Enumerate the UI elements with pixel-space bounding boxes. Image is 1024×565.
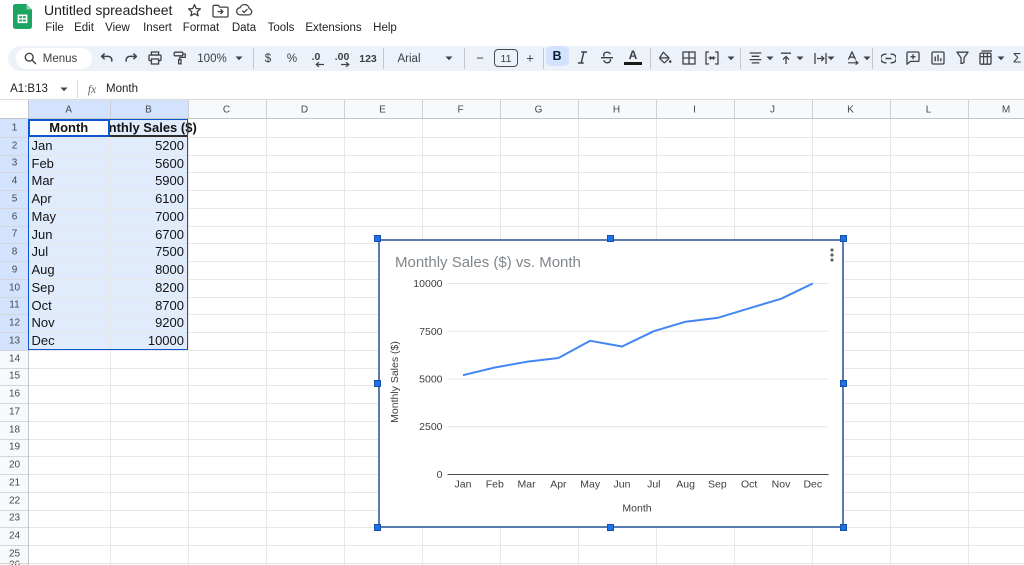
svg-text:0: 0 [436, 469, 442, 481]
svg-text:Monthly Sales ($) vs. Month: Monthly Sales ($) vs. Month [395, 254, 581, 271]
svg-text:Mar: Mar [517, 478, 536, 490]
svg-text:May: May [580, 478, 601, 490]
svg-text:2500: 2500 [419, 421, 443, 433]
svg-text:Apr: Apr [550, 478, 567, 490]
svg-text:5000: 5000 [419, 373, 443, 385]
svg-text:Sep: Sep [708, 478, 727, 490]
svg-text:10000: 10000 [413, 278, 442, 290]
svg-text:Jun: Jun [613, 478, 630, 490]
svg-text:Oct: Oct [741, 478, 757, 490]
svg-text:Dec: Dec [803, 478, 822, 490]
svg-text:Monthly Sales ($): Monthly Sales ($) [389, 341, 401, 423]
svg-text:Month: Month [622, 502, 651, 514]
svg-text:Feb: Feb [485, 478, 503, 490]
svg-text:Jan: Jan [454, 478, 471, 490]
svg-text:Nov: Nov [771, 478, 790, 490]
svg-text:Jul: Jul [647, 478, 660, 490]
svg-text:7500: 7500 [419, 325, 443, 337]
svg-text:Aug: Aug [676, 478, 695, 490]
